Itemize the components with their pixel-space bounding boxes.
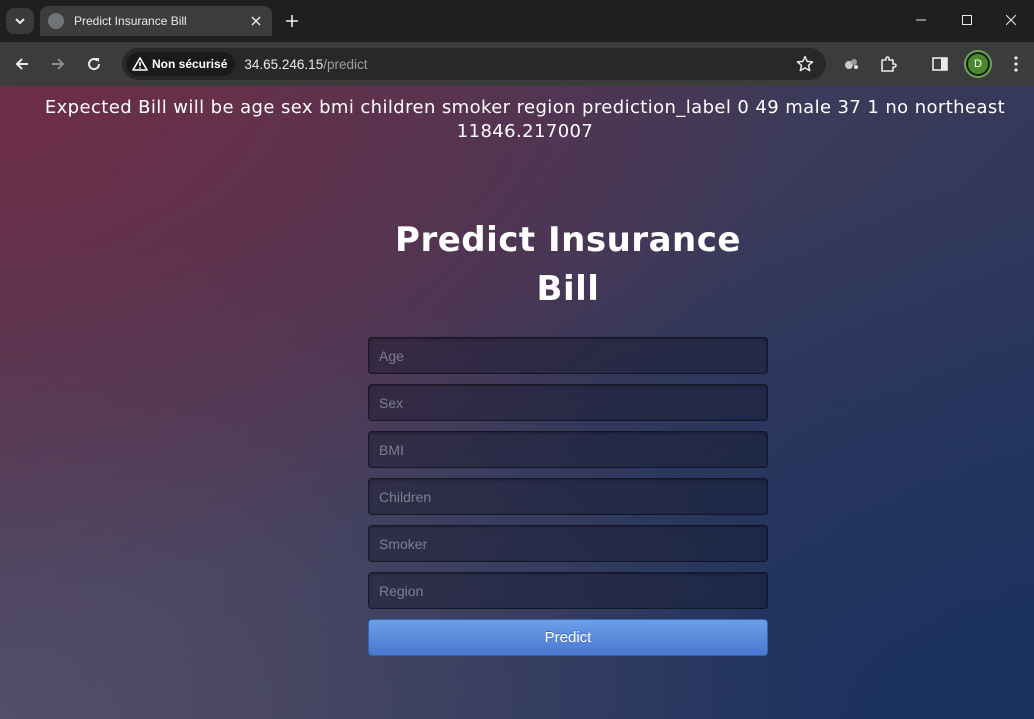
smoker-input[interactable] <box>368 525 768 562</box>
tab-search-button[interactable] <box>6 8 34 34</box>
globe-icon <box>48 13 64 29</box>
extensions-menu-button[interactable] <box>874 50 902 78</box>
tab-strip: Predict Insurance Bill <box>0 0 1034 42</box>
url-host: 34.65.246.15 <box>244 56 324 72</box>
plus-icon <box>286 15 298 27</box>
browser-toolbar: Non sécurisé 34.65.246.15/predict D <box>0 42 1034 86</box>
address-bar[interactable]: Non sécurisé 34.65.246.15/predict <box>122 48 826 80</box>
forward-button[interactable] <box>44 50 72 78</box>
warning-icon <box>132 57 148 71</box>
forward-arrow-icon <box>52 58 65 70</box>
age-input[interactable] <box>368 337 768 374</box>
window-close-icon <box>1006 15 1016 25</box>
url-path: /predict <box>323 56 368 72</box>
prediction-result: Expected Bill will be age sex bmi childr… <box>44 97 1006 142</box>
tab-close-button[interactable] <box>248 13 264 29</box>
children-input[interactable] <box>368 478 768 515</box>
menu-button[interactable] <box>1002 50 1030 78</box>
more-icon <box>1014 56 1018 72</box>
sidebar-icon <box>932 57 948 71</box>
close-icon <box>251 16 261 26</box>
tab-title: Predict Insurance Bill <box>74 14 187 28</box>
reload-button[interactable] <box>80 50 108 78</box>
extension-icon <box>845 59 858 69</box>
star-icon[interactable] <box>796 55 814 73</box>
security-chip[interactable]: Non sécurisé <box>126 52 236 76</box>
url-text[interactable]: 34.65.246.15/predict <box>244 57 367 72</box>
back-button[interactable] <box>8 50 36 78</box>
chevron-down-icon <box>15 18 25 25</box>
sex-input[interactable] <box>368 384 768 421</box>
browser-tab[interactable]: Predict Insurance Bill <box>40 6 272 36</box>
region-input[interactable] <box>368 572 768 609</box>
reload-icon <box>88 58 101 71</box>
minimize-button[interactable] <box>898 0 944 40</box>
minimize-icon <box>916 19 926 21</box>
page-content: Expected Bill will be age sex bmi childr… <box>0 86 1034 719</box>
security-label: Non sécurisé <box>152 57 228 71</box>
page-title: Predict Insurance Bill <box>395 220 741 309</box>
maximize-icon <box>962 15 972 25</box>
predict-button[interactable]: Predict <box>368 619 768 656</box>
new-tab-button[interactable] <box>280 9 304 33</box>
maximize-button[interactable] <box>944 0 990 40</box>
bmi-input[interactable] <box>368 431 768 468</box>
profile-avatar[interactable]: D <box>966 52 990 76</box>
side-panel-button[interactable] <box>926 50 954 78</box>
extension-button[interactable] <box>838 50 866 78</box>
puzzle-icon <box>881 56 897 72</box>
window-close-button[interactable] <box>988 0 1034 40</box>
back-arrow-icon <box>15 58 28 70</box>
